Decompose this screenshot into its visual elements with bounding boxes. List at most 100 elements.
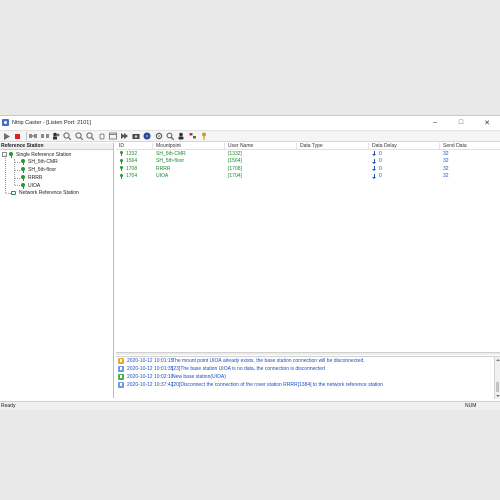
cell-id: 1708 <box>116 166 153 172</box>
close-button[interactable]: ✕ <box>474 116 500 129</box>
status-text: Ready <box>1 403 16 409</box>
hand-icon[interactable] <box>97 132 106 141</box>
cell-id-value: 1332 <box>126 150 138 157</box>
group-icon <box>8 151 14 158</box>
log-message: [20]Disconnect the connection of the rov… <box>172 382 383 388</box>
log-time: 2020-10-12 10:01:15 <box>127 358 174 364</box>
tree-node-label: SH_5th-CMR <box>28 158 58 165</box>
cell-id: 1332 <box>116 151 153 157</box>
scroll-up-icon[interactable] <box>496 359 500 361</box>
cell-id: 1704 <box>116 173 153 179</box>
table-row[interactable]: 1332 SH_5th-CMR [1332] 0 32 <box>116 150 500 158</box>
cell-data-delay: 0 <box>369 158 440 164</box>
cell-mountpoint: SH_5th-CMR <box>156 150 186 157</box>
station-icon <box>20 182 26 189</box>
cell-id: 1564 <box>116 158 153 164</box>
cell-delay-value: 0 <box>379 158 382 165</box>
key-icon[interactable] <box>200 132 209 141</box>
zoom-in-icon[interactable] <box>63 132 72 141</box>
column-header-mountpoint[interactable]: Mountpoint <box>153 143 225 149</box>
cell-send-data: 32 <box>443 173 449 180</box>
cell-data-delay: 0 <box>369 151 440 157</box>
success-icon <box>118 374 124 380</box>
arrow-down-icon <box>372 151 376 157</box>
log-message: The mount point UIOA already exists, the… <box>172 358 365 364</box>
log-message: [23]The base station UIOA is no data, th… <box>172 366 325 372</box>
station-icon <box>20 174 26 181</box>
zoom-out-icon[interactable] <box>74 132 83 141</box>
cell-mountpoint: SH_5th-floor <box>156 158 185 165</box>
log-entry[interactable]: 2020-10-12 10:01:35 [23]The base station… <box>116 365 500 373</box>
users-icon[interactable] <box>52 132 61 141</box>
log-scrollbar[interactable] <box>494 357 500 399</box>
table-row[interactable]: 1564 SH_5th-floor [1564] 0 32 <box>116 158 500 166</box>
scroll-thumb[interactable] <box>496 382 499 392</box>
title-bar[interactable]: Ntrip Caster - [Listen Port: 2101] – □ ✕ <box>0 116 500 129</box>
camera-icon[interactable] <box>131 132 140 141</box>
column-header-id[interactable]: ID <box>116 143 153 149</box>
station-icon <box>119 158 124 164</box>
forward-icon[interactable] <box>120 132 129 141</box>
column-header-send-data[interactable]: Send Data <box>440 143 500 149</box>
cell-data-delay: 0 <box>369 166 440 172</box>
tree-node-label: SH_5th-floor <box>28 166 57 173</box>
arrow-down-icon <box>372 166 376 172</box>
connect-icon[interactable] <box>29 132 38 141</box>
num-lock-indicator: NUM <box>465 403 477 409</box>
log-entry[interactable]: 2020-10-12 10:02:10 New base station(UIO… <box>116 373 500 381</box>
tree-node-label: RRRR <box>28 174 43 181</box>
column-header-data-type[interactable]: Data Type <box>297 143 369 149</box>
flags-icon[interactable] <box>188 132 197 141</box>
table-row[interactable]: 1708 RRRR [1708] 0 32 <box>116 165 500 173</box>
window-title: Ntrip Caster - [Listen Port: 2101] <box>12 119 91 126</box>
cell-delay-value: 0 <box>379 165 382 172</box>
app-window: Ntrip Caster - [Listen Port: 2101] – □ ✕… <box>0 115 500 410</box>
play-icon[interactable] <box>2 132 11 141</box>
cell-user-name: [1564] <box>228 158 242 165</box>
cell-delay-value: 0 <box>379 150 382 157</box>
search-icon[interactable] <box>165 132 174 141</box>
info-icon <box>118 366 124 372</box>
tree-node-label: UIOA <box>28 182 41 189</box>
station-icon <box>119 173 124 179</box>
scroll-down-icon[interactable] <box>496 395 500 397</box>
tree-node-single-group[interactable]: - Single Reference Station <box>2 151 71 158</box>
settings-icon[interactable] <box>154 132 163 141</box>
toolbar <box>0 130 500 142</box>
cell-send-data: 32 <box>443 150 449 157</box>
log-panel: 2020-10-12 10:01:15 The mount point UIOA… <box>116 356 500 399</box>
cell-id-value: 1704 <box>126 173 138 180</box>
tree-node-label: Single Reference Station <box>16 151 72 158</box>
disconnect-icon[interactable] <box>40 132 49 141</box>
log-time: 2020-10-12 10:37:42 <box>127 382 174 388</box>
stop-icon[interactable] <box>13 132 22 141</box>
arrow-down-icon <box>372 158 376 164</box>
log-entry[interactable]: 2020-10-12 10:37:42 [20]Disconnect the c… <box>116 381 500 389</box>
log-time: 2020-10-12 10:01:35 <box>127 366 174 372</box>
collapse-toggle[interactable]: - <box>2 152 7 157</box>
station-tree-panel: Reference Station - Single Reference Sta… <box>0 143 114 398</box>
grid-header: ID Mountpoint User Name Data Type Data D… <box>116 143 500 150</box>
panel-splitter[interactable] <box>116 352 500 355</box>
window-icon[interactable] <box>109 132 118 141</box>
cell-data-delay: 0 <box>369 173 440 179</box>
tree-node-station[interactable]: SH_5th-floor <box>20 166 56 173</box>
cell-mountpoint: UIOA <box>156 173 169 180</box>
column-header-user-name[interactable]: User Name <box>225 143 297 149</box>
table-row[interactable]: 1704 UIOA [1704] 0 32 <box>116 173 500 181</box>
globe-icon[interactable] <box>143 132 152 141</box>
tree-node-network-group[interactable]: Network Reference Station <box>11 189 79 196</box>
minimize-button[interactable]: – <box>422 116 448 129</box>
warning-icon <box>118 358 124 364</box>
cell-user-name: [1332] <box>228 150 242 157</box>
maximize-button[interactable]: □ <box>448 116 474 129</box>
log-entry[interactable]: 2020-10-12 10:01:15 The mount point UIOA… <box>116 357 500 365</box>
column-header-data-delay[interactable]: Data Delay <box>369 143 440 149</box>
person-icon[interactable] <box>177 132 186 141</box>
station-icon <box>119 151 124 157</box>
app-icon <box>2 119 9 126</box>
zoom-fit-icon[interactable] <box>86 132 95 141</box>
tree-node-station[interactable]: SH_5th-CMR <box>20 158 58 165</box>
tree-node-station[interactable]: RRRR <box>20 174 42 181</box>
tree-node-station[interactable]: UIOA <box>20 182 40 189</box>
